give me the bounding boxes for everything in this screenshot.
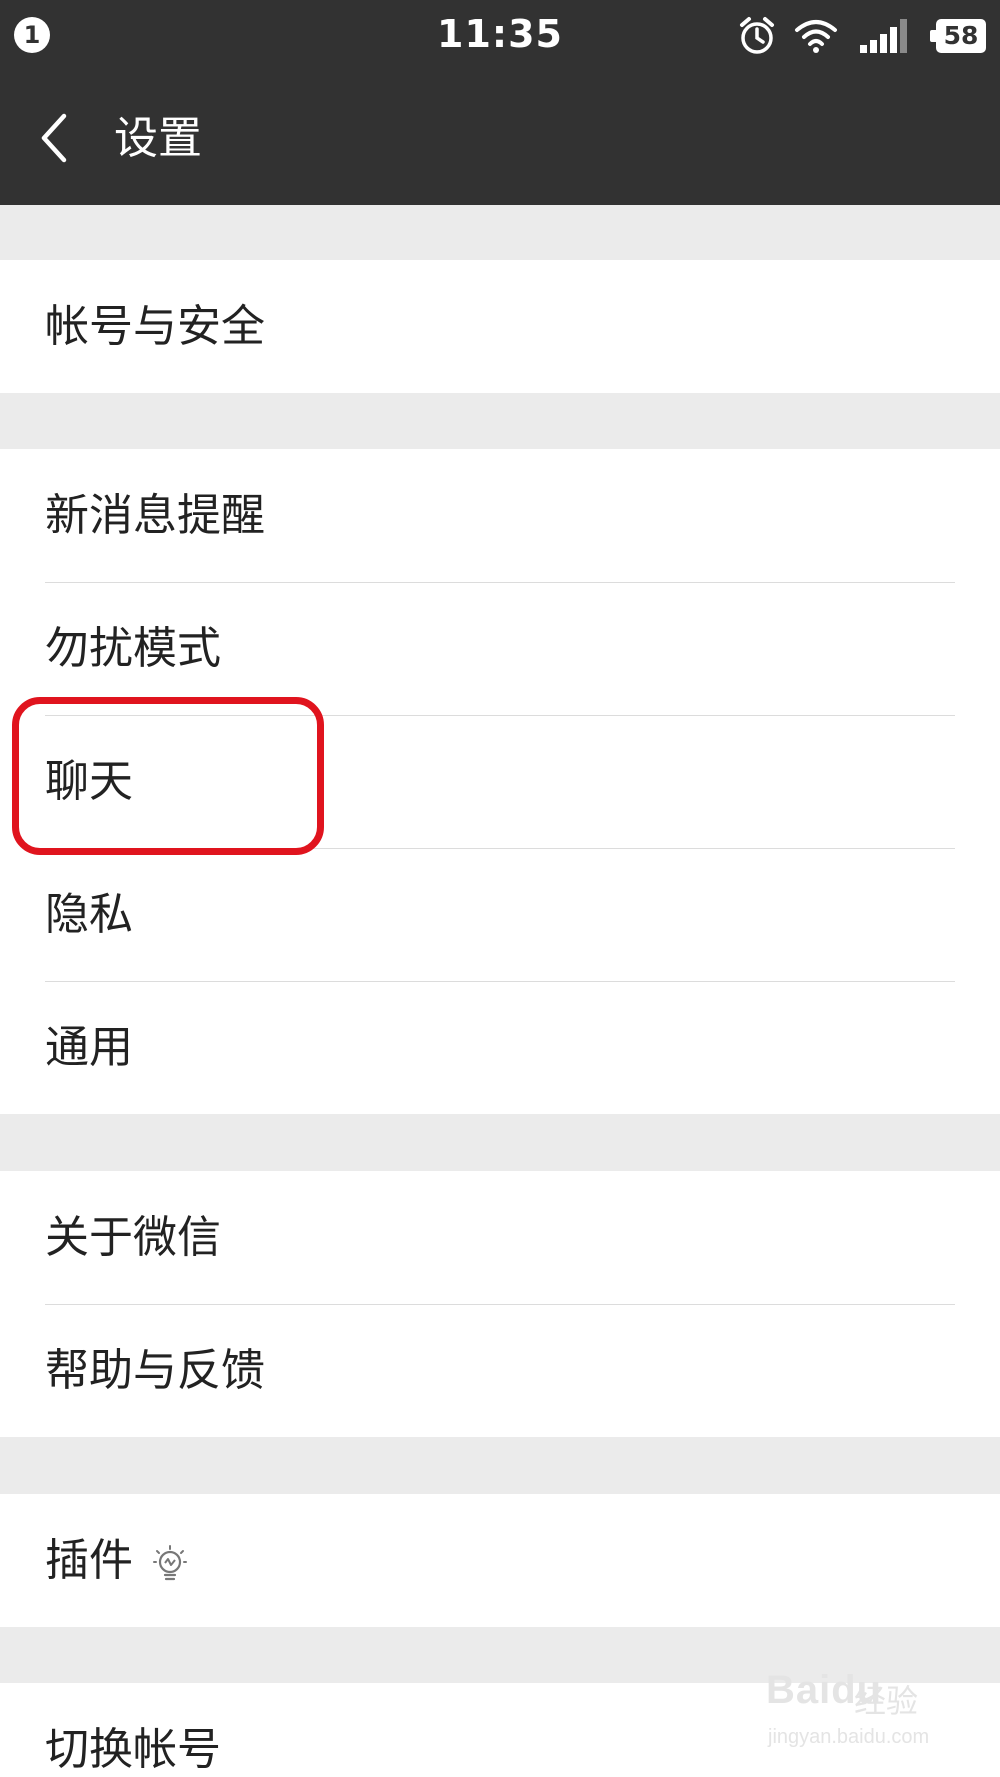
page-title: 设置 xyxy=(114,113,202,164)
lightbulb-icon xyxy=(153,1545,187,1581)
settings-item-label: 切换帐号 xyxy=(45,1724,221,1775)
settings-item-label: 帐号与安全 xyxy=(45,301,265,352)
settings-item-label: 聊天 xyxy=(45,756,133,807)
settings-item-do-not-disturb[interactable]: 勿扰模式 xyxy=(0,582,1000,715)
settings-item-label: 帮助与反馈 xyxy=(45,1345,265,1396)
settings-item-privacy[interactable]: 隐私 xyxy=(0,848,1000,981)
settings-item-account-security[interactable]: 帐号与安全 xyxy=(0,260,1000,393)
status-icons: 58 xyxy=(738,14,986,58)
settings-item-label: 插件 xyxy=(45,1535,133,1586)
signal-icon xyxy=(860,19,907,53)
settings-item-about-wechat[interactable]: 关于微信 xyxy=(0,1171,1000,1304)
settings-group-plugins: 插件 xyxy=(0,1494,1000,1627)
settings-item-label: 通用 xyxy=(45,1022,133,1073)
chevron-left-icon xyxy=(41,113,67,163)
settings-item-help-feedback[interactable]: 帮助与反馈 xyxy=(0,1304,1000,1437)
settings-item-plugins[interactable]: 插件 xyxy=(0,1494,1000,1627)
settings-group-about: 关于微信 帮助与反馈 xyxy=(0,1171,1000,1437)
settings-item-general[interactable]: 通用 xyxy=(0,981,1000,1114)
battery-level: 58 xyxy=(943,21,979,50)
status-bar: 1 11:35 58 xyxy=(0,0,1000,72)
battery-icon: 58 xyxy=(930,19,986,53)
settings-item-chat[interactable]: 聊天 xyxy=(0,715,1000,848)
back-button[interactable] xyxy=(30,108,90,168)
settings-item-label: 隐私 xyxy=(45,889,133,940)
settings-group-switch: 切换帐号 xyxy=(0,1683,1000,1777)
settings-item-label: 新消息提醒 xyxy=(45,490,265,541)
settings-group-general: 新消息提醒 勿扰模式 聊天 隐私 通用 xyxy=(0,449,1000,1114)
settings-item-new-message-alerts[interactable]: 新消息提醒 xyxy=(0,449,1000,582)
app-header: 设置 xyxy=(0,72,1000,205)
settings-item-label: 关于微信 xyxy=(45,1212,221,1263)
settings-item-switch-account[interactable]: 切换帐号 xyxy=(0,1683,1000,1777)
settings-group-account: 帐号与安全 xyxy=(0,260,1000,393)
alarm-icon xyxy=(740,17,774,54)
settings-item-label: 勿扰模式 xyxy=(45,623,221,674)
wifi-icon xyxy=(795,20,837,53)
